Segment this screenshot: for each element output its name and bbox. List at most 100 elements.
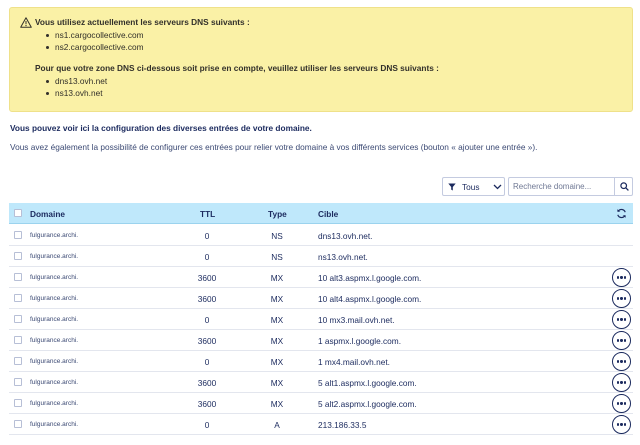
row-actions-button[interactable] xyxy=(612,289,631,308)
row-actions-button[interactable] xyxy=(612,331,631,350)
table-row: fulgurance.archi. 3600 MX 10 alt3.aspmx.l.g… xyxy=(9,267,633,288)
row-type: MX xyxy=(270,378,284,388)
row-target: 1 aspmx.l.google.com. xyxy=(318,336,402,346)
row-actions-button[interactable] xyxy=(612,352,631,371)
row-actions-button[interactable] xyxy=(612,268,631,287)
chevron-down-icon xyxy=(493,184,502,190)
row-domain: fulgurance.archi. xyxy=(30,400,79,407)
row-checkbox[interactable] xyxy=(14,294,22,302)
more-options-icon xyxy=(616,297,619,300)
row-checkbox[interactable] xyxy=(14,420,22,428)
column-ttl[interactable]: TTL xyxy=(200,209,215,219)
column-domain[interactable]: Domaine xyxy=(30,209,65,219)
table-row: fulgurance.archi. 0 NS ns13.ovh.net. xyxy=(9,246,633,267)
domain-search xyxy=(508,177,633,196)
current-server-item: ns1.cargocollective.com xyxy=(46,29,144,41)
dns-table-header: Domaine TTL Type Cible xyxy=(9,203,633,224)
row-type: MX xyxy=(270,357,284,367)
row-type: MX xyxy=(270,336,284,346)
row-target: 10 mx3.mail.ovh.net. xyxy=(318,315,395,325)
more-options-dot xyxy=(624,339,627,342)
row-type: MX xyxy=(270,273,284,283)
row-target: 213.186.33.5 xyxy=(318,420,367,430)
more-options-dot xyxy=(624,318,627,321)
current-servers-list: ns1.cargocollective.com ns2.cargocollect… xyxy=(46,29,144,53)
row-ttl: 0 xyxy=(204,315,210,325)
more-options-dot xyxy=(620,381,623,384)
more-options-dot xyxy=(620,276,623,279)
row-ttl: 0 xyxy=(204,252,210,262)
more-options-dot xyxy=(620,339,623,342)
required-server-item: dns13.ovh.net xyxy=(46,75,107,87)
row-type: A xyxy=(274,420,280,430)
more-options-dot xyxy=(620,360,623,363)
search-button[interactable] xyxy=(614,178,632,195)
row-checkbox[interactable] xyxy=(14,315,22,323)
more-options-dot xyxy=(624,297,627,300)
refresh-icon[interactable] xyxy=(616,208,627,219)
row-target: 5 alt2.aspmx.l.google.com. xyxy=(318,399,417,409)
select-all-checkbox[interactable] xyxy=(14,209,22,217)
column-type[interactable]: Type xyxy=(268,209,287,219)
table-row: fulgurance.archi. 3600 MX 5 alt1.aspmx.l.go… xyxy=(9,372,633,393)
row-domain: fulgurance.archi. xyxy=(30,295,79,302)
more-options-dot xyxy=(624,402,627,405)
more-options-dot xyxy=(620,297,623,300)
type-filter-value: Tous xyxy=(462,182,480,192)
row-type: MX xyxy=(270,315,284,325)
row-domain: fulgurance.archi. xyxy=(30,316,79,323)
row-actions-button[interactable] xyxy=(612,394,631,413)
row-ttl: 3600 xyxy=(197,273,217,283)
row-domain: fulgurance.archi. xyxy=(30,421,79,428)
warning-required-label: Pour que votre zone DNS ci-dessous soit … xyxy=(35,63,439,73)
row-target: 10 alt4.aspmx.l.google.com. xyxy=(318,294,422,304)
more-options-icon xyxy=(616,360,619,363)
domain-search-input[interactable] xyxy=(509,178,615,195)
row-checkbox[interactable] xyxy=(14,399,22,407)
more-options-icon xyxy=(616,276,619,279)
row-type: NS xyxy=(271,252,283,262)
more-options-dot xyxy=(624,276,627,279)
table-row: fulgurance.archi. 0 MX 10 mx3.mail.ovh.net. xyxy=(9,309,633,330)
more-options-dot xyxy=(620,402,623,405)
row-target: ns13.ovh.net. xyxy=(318,252,368,262)
row-type: MX xyxy=(270,399,284,409)
row-actions-button[interactable] xyxy=(612,415,631,434)
more-options-icon xyxy=(616,318,619,321)
current-server-item: ns2.cargocollective.com xyxy=(46,41,144,53)
search-icon xyxy=(620,182,629,191)
row-ttl: 3600 xyxy=(197,294,217,304)
row-actions-button[interactable] xyxy=(612,373,631,392)
more-options-dot xyxy=(624,381,627,384)
column-target[interactable]: Cible xyxy=(318,209,338,219)
row-type: NS xyxy=(271,231,283,241)
warning-current-label: Vous utilisez actuellement les serveurs … xyxy=(35,17,250,27)
row-ttl: 0 xyxy=(204,357,210,367)
table-row: fulgurance.archi. 0 MX 1 mx4.mail.ovh.net. xyxy=(9,351,633,372)
table-row: fulgurance.archi. 3600 MX 5 alt2.aspmx.l.go… xyxy=(9,393,633,414)
type-filter-select[interactable]: Tous xyxy=(442,177,505,196)
row-ttl: 3600 xyxy=(197,336,217,346)
row-checkbox[interactable] xyxy=(14,252,22,260)
row-checkbox[interactable] xyxy=(14,273,22,281)
required-servers-list: dns13.ovh.net ns13.ovh.net xyxy=(46,75,107,99)
required-server-item: ns13.ovh.net xyxy=(46,87,107,99)
row-domain: fulgurance.archi. xyxy=(30,337,79,344)
row-domain: fulgurance.archi. xyxy=(30,232,79,239)
row-checkbox[interactable] xyxy=(14,336,22,344)
row-ttl: 3600 xyxy=(197,399,217,409)
intro-text: Vous avez également la possibilité de co… xyxy=(10,142,538,152)
more-options-icon xyxy=(616,381,619,384)
row-actions-button[interactable] xyxy=(612,310,631,329)
row-checkbox[interactable] xyxy=(14,231,22,239)
row-domain: fulgurance.archi. xyxy=(30,379,79,386)
warning-triangle-icon xyxy=(20,17,32,28)
row-domain: fulgurance.archi. xyxy=(30,253,79,260)
row-checkbox[interactable] xyxy=(14,378,22,386)
table-row: fulgurance.archi. 0 NS dns13.ovh.net. xyxy=(9,225,633,246)
row-ttl: 0 xyxy=(204,420,210,430)
row-checkbox[interactable] xyxy=(14,357,22,365)
funnel-icon xyxy=(448,183,456,191)
row-ttl: 0 xyxy=(204,231,210,241)
more-options-dot xyxy=(620,423,623,426)
